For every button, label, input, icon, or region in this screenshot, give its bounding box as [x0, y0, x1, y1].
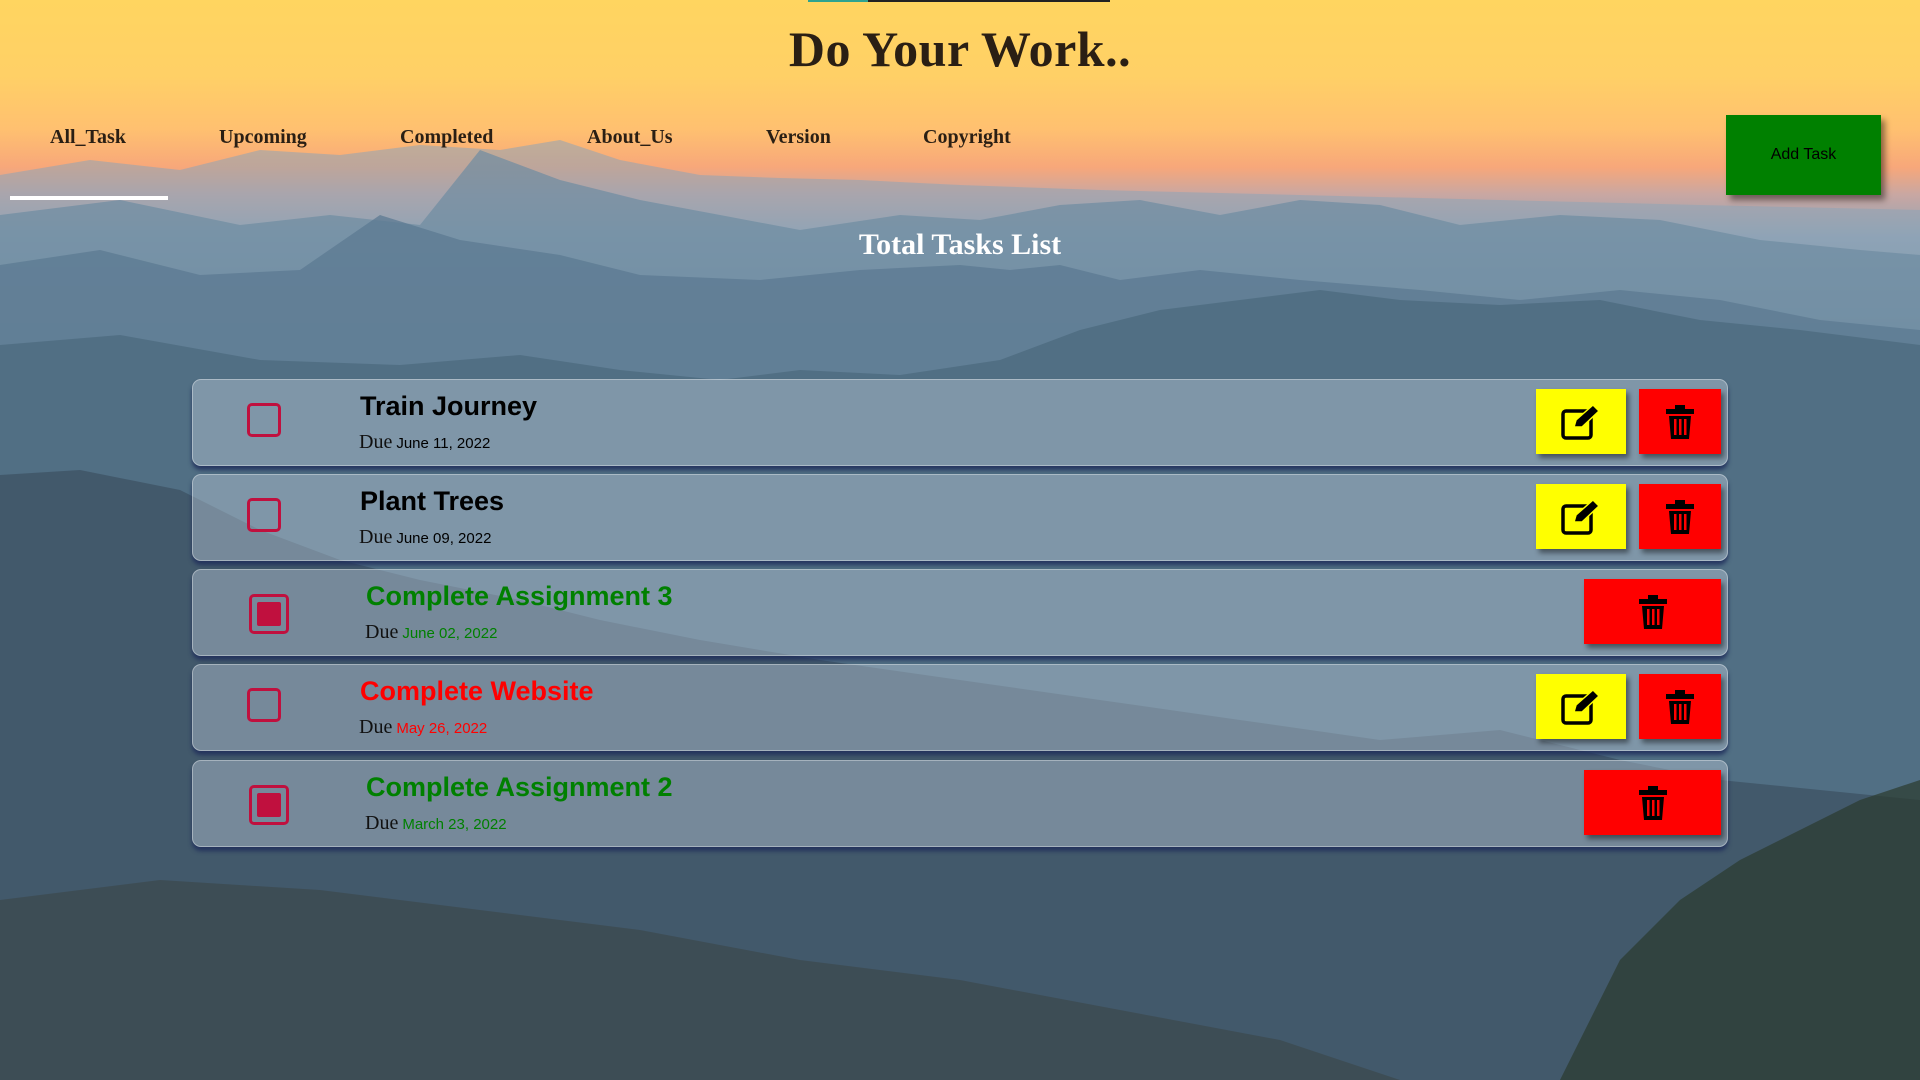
- due-date: March 23, 2022: [402, 816, 507, 833]
- add-task-button[interactable]: Add Task: [1726, 115, 1881, 195]
- due-date: June 02, 2022: [402, 625, 498, 642]
- task-row: Complete Website Due May 26, 2022: [192, 664, 1728, 751]
- nav-tab-copyright[interactable]: Copyright: [923, 126, 1011, 149]
- delete-task-button[interactable]: [1639, 674, 1721, 739]
- due-date: May 26, 2022: [396, 720, 488, 737]
- task-row: Complete Assignment 2 Due March 23, 2022: [192, 760, 1728, 847]
- due-prefix: Due: [365, 812, 399, 834]
- due-prefix: Due: [359, 431, 393, 453]
- due-prefix: Due: [359, 716, 393, 738]
- task-due: Due June 02, 2022: [365, 621, 497, 644]
- due-date: June 11, 2022: [396, 435, 491, 452]
- task-checkbox-checked[interactable]: [249, 594, 289, 634]
- nav-tab-version[interactable]: Version: [766, 126, 831, 149]
- task-row: Plant Trees Due June 09, 2022: [192, 474, 1728, 561]
- edit-icon: [1560, 403, 1602, 441]
- task-row: Train Journey Due June 11, 2022: [192, 379, 1728, 466]
- task-title: Complete Assignment 2: [366, 772, 673, 802]
- trash-icon: [1665, 499, 1695, 535]
- task-checkbox-checked[interactable]: [249, 785, 289, 825]
- nav-tab-about-us[interactable]: About_Us: [587, 126, 673, 149]
- edit-task-button[interactable]: [1536, 674, 1626, 739]
- trash-icon: [1665, 689, 1695, 725]
- nav-tab-all-task[interactable]: All_Task: [50, 126, 126, 149]
- edit-icon: [1560, 688, 1602, 726]
- list-heading: Total Tasks List: [858, 228, 1062, 261]
- active-tab-indicator: [10, 196, 168, 200]
- task-title: Train Journey: [360, 391, 538, 421]
- app-title: Do Your Work..: [788, 21, 1132, 77]
- task-due: Due June 11, 2022: [359, 431, 490, 454]
- trash-icon: [1638, 785, 1668, 821]
- edit-task-button[interactable]: [1536, 389, 1626, 454]
- delete-task-button[interactable]: [1639, 484, 1721, 549]
- task-row: Complete Assignment 3 Due June 02, 2022: [192, 569, 1728, 656]
- task-due: Due March 23, 2022: [365, 812, 507, 835]
- delete-task-button[interactable]: [1584, 770, 1721, 835]
- task-checkbox[interactable]: [247, 688, 281, 722]
- task-due: Due June 09, 2022: [359, 526, 491, 549]
- trash-icon: [1665, 404, 1695, 440]
- task-checkbox[interactable]: [247, 498, 281, 532]
- due-date: June 09, 2022: [396, 530, 492, 547]
- nav-tab-upcoming[interactable]: Upcoming: [219, 126, 307, 149]
- delete-task-button[interactable]: [1639, 389, 1721, 454]
- main-nav: All_Task Upcoming Completed About_Us Ver…: [0, 126, 1100, 202]
- trash-icon: [1638, 594, 1668, 630]
- task-checkbox[interactable]: [247, 403, 281, 437]
- top-accent-bar: [808, 0, 1110, 2]
- nav-tab-completed[interactable]: Completed: [400, 126, 493, 149]
- edit-task-button[interactable]: [1536, 484, 1626, 549]
- task-title: Plant Trees: [360, 486, 505, 516]
- delete-task-button[interactable]: [1584, 579, 1721, 644]
- due-prefix: Due: [359, 526, 393, 548]
- task-due: Due May 26, 2022: [359, 716, 487, 739]
- edit-icon: [1560, 498, 1602, 536]
- task-title: Complete Website: [360, 676, 594, 706]
- due-prefix: Due: [365, 621, 399, 643]
- task-title: Complete Assignment 3: [366, 581, 673, 611]
